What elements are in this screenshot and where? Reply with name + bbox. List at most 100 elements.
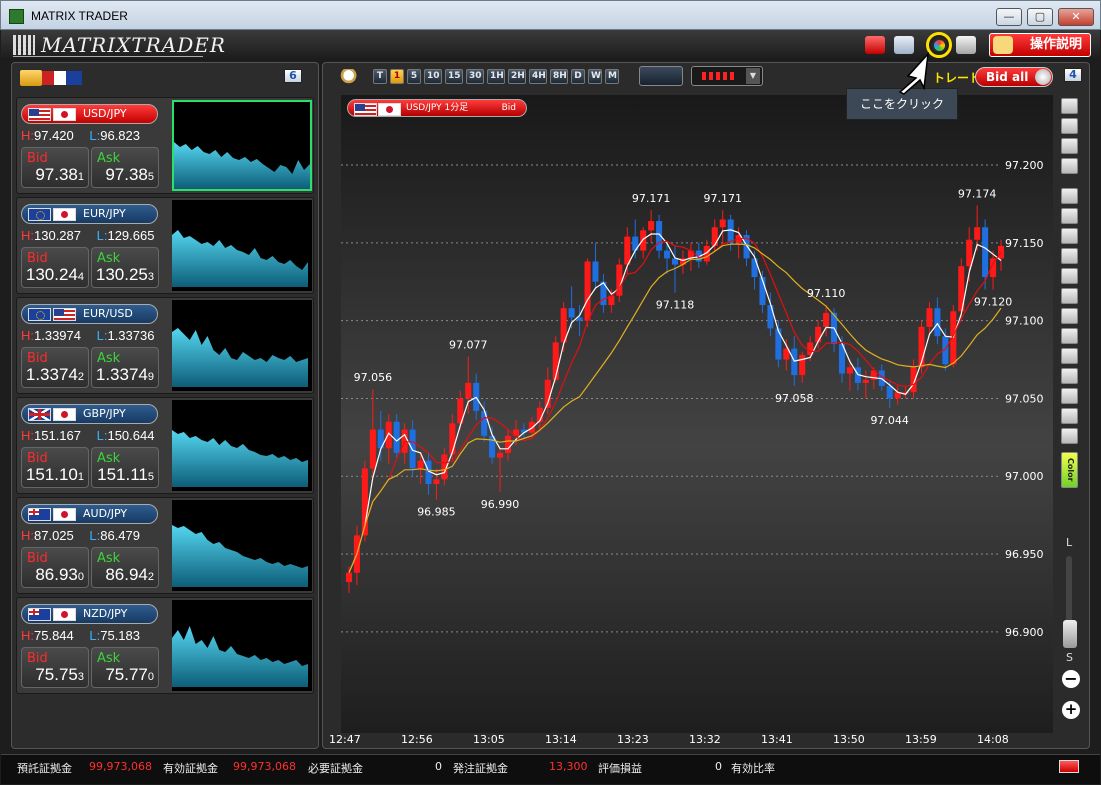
channel-tool-icon[interactable] [1061,328,1078,344]
timeframe-10-button[interactable]: 10 [424,69,442,84]
timeframe-5-button[interactable]: 5 [407,69,421,84]
horizontal-line-tool-icon[interactable] [1061,268,1078,284]
bid-quote-button[interactable]: Bid 86.930 [21,547,89,588]
timeframe-1h-button[interactable]: 1H [487,69,505,84]
logo-grid-icon [13,35,35,55]
bid-quote-button[interactable]: Bid 75.753 [21,647,89,688]
ask-quote-button[interactable]: Ask 151.115 [91,447,159,488]
y-tick-label: 97.200 [1005,159,1044,172]
color-tool-button[interactable]: Color [1061,452,1078,488]
high-value: 1.33974 [34,328,81,343]
folder-icon[interactable] [20,70,42,86]
bid-quote-button[interactable]: Bid 130.244 [21,247,89,288]
timeframe-2h-button[interactable]: 2H [508,69,526,84]
candle-body [799,354,806,376]
sparkline-chart[interactable] [172,500,312,591]
effective-value: 99,973,068 [233,760,296,773]
pair-card[interactable]: USD/JPY H:97.420 L:96.823 Bid 97.381 Ask 97.3… [16,97,314,194]
eraser-tool-icon[interactable] [1061,408,1078,424]
trash-tool-icon[interactable] [1061,428,1078,444]
timeframe-30-button[interactable]: 30 [466,69,484,84]
ask-quote-button[interactable]: Ask 97.385 [91,147,159,188]
cursor-tool-icon[interactable] [1061,208,1078,224]
chart-type-select[interactable]: ▼ [691,66,763,86]
bid-quote-button[interactable]: Bid 1.33742 [21,347,89,388]
palette2-tool-icon[interactable] [1061,188,1078,204]
candlestick-chart[interactable]: 97.200 97.150 97.100 97.050 97.000 96.950 96.9… [341,95,1053,733]
timeframe-8h-button[interactable]: 8H [550,69,568,84]
ask-price-pip: 5 [147,171,154,183]
sparkline-chart[interactable] [172,100,312,191]
maximize-button[interactable]: ▢ [1027,8,1053,26]
pair-label[interactable]: GBP/JPY [21,404,158,424]
toolbox-icon[interactable] [865,36,885,54]
vertical-line-tool-icon[interactable] [1061,288,1078,304]
crosshair-tool-icon[interactable] [1061,228,1078,244]
pair-card[interactable]: AUD/JPY H:87.025 L:86.479 Bid 86.930 Ask 86.9… [16,497,314,594]
bid-quote-button[interactable]: Bid 151.101 [21,447,89,488]
pair-card[interactable]: EUR/USD H:1.33974 L:1.33736 Bid 1.33742 Ask 1… [16,297,314,394]
required-label: 必要証拠金 [308,762,363,775]
pair-card[interactable]: GBP/JPY H:151.167 L:150.644 Bid 151.101 Ask 1… [16,397,314,494]
chart-count-badge[interactable]: 4 [1064,68,1082,82]
help-button[interactable]: 操作説明 [989,33,1091,57]
sparkline-chart[interactable] [172,600,312,691]
zoom-search-icon[interactable] [339,69,363,85]
pair-label[interactable]: USD/JPY [21,104,158,124]
bid-all-toggle[interactable]: Bid all [975,67,1053,87]
marker-w-tool-icon[interactable] [1061,118,1078,134]
bid-price-pip: 4 [77,271,84,283]
bid-label: Bid [27,151,48,166]
ask-quote-button[interactable]: Ask 1.33749 [91,347,159,388]
print-icon[interactable] [956,36,976,54]
wave-tool-icon[interactable] [1061,368,1078,384]
sparkline-area [172,626,308,687]
zoom-in-button[interactable]: + [1062,701,1080,719]
ask-price: 97.385 [105,165,154,185]
timeframe-4h-button[interactable]: 4H [529,69,547,84]
sparkline-chart[interactable] [172,200,312,291]
candle-body [417,460,424,469]
timeframe-w-button[interactable]: W [588,69,602,84]
timeframe-1-button[interactable]: 1 [390,69,404,84]
pair-card[interactable]: EUR/JPY H:130.287 L:129.665 Bid 130.244 Ask 1… [16,197,314,294]
candle-body [592,261,599,282]
indicator-icon[interactable] [639,66,683,86]
pair-label[interactable]: EUR/JPY [21,204,158,224]
zoom-out-button[interactable]: − [1062,670,1080,688]
timeframe-d-button[interactable]: D [571,69,585,84]
timeframe-15-button[interactable]: 15 [445,69,463,84]
fib-tool-icon[interactable] [1061,308,1078,324]
text-tool-icon[interactable] [1061,388,1078,404]
bid-quote-button[interactable]: Bid 97.381 [21,147,89,188]
expand-up-icon[interactable] [1059,760,1079,773]
ratio-label: 有効比率 [731,762,775,775]
flag-tool-icon[interactable] [1061,138,1078,154]
grid-tool-icon[interactable] [1061,348,1078,364]
x-tick-label: 13:14 [545,733,577,746]
price-chart[interactable]: 97.200 97.150 97.100 97.050 97.000 96.950 96.9… [341,95,1053,733]
close-button[interactable]: ✕ [1058,8,1094,26]
timeframe-m-button[interactable]: M [605,69,619,84]
ask-quote-button[interactable]: Ask 130.253 [91,247,159,288]
low-value: 1.33736 [107,328,155,343]
pair-card[interactable]: NZD/JPY H:75.844 L:75.183 Bid 75.753 Ask 75.7… [16,597,314,694]
price-annotation: 97.174 [958,187,997,200]
trend-line-tool-icon[interactable] [1061,248,1078,264]
ask-quote-button[interactable]: Ask 75.770 [91,647,159,688]
timeframe-t-button[interactable]: T [373,69,387,84]
pair-label[interactable]: EUR/USD [21,304,158,324]
zoom-slider-thumb[interactable] [1063,620,1077,648]
ask-quote-button[interactable]: Ask 86.942 [91,547,159,588]
ask-price: 86.942 [105,565,154,585]
pair-count-badge[interactable]: 6 [284,69,302,83]
sparkline-chart[interactable] [172,400,312,491]
info-tool-icon[interactable] [1061,98,1078,114]
pair-label[interactable]: NZD/JPY [21,604,158,624]
bell-tool-icon[interactable] [1061,158,1078,174]
sparkline-chart[interactable] [172,300,312,391]
pair-label[interactable]: AUD/JPY [21,504,158,524]
ask-price-pip: 3 [147,271,154,283]
minimize-button[interactable]: — [996,8,1022,26]
